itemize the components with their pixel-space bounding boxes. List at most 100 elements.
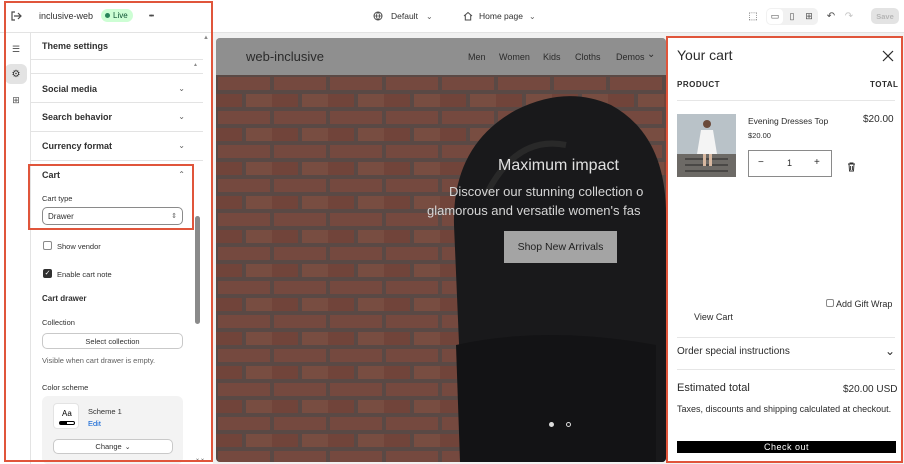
theme-select-label: Default	[391, 11, 418, 21]
section-social-media[interactable]: Social media ⌄	[42, 74, 185, 103]
collection-label: Collection	[42, 318, 75, 327]
nav-cloths[interactable]: Cloths	[575, 52, 601, 62]
globe-icon	[373, 11, 383, 21]
chevron-down-icon: ⌄	[884, 344, 895, 358]
section-search-behavior[interactable]: Search behavior ⌄	[42, 102, 185, 131]
exit-icon[interactable]	[8, 9, 24, 23]
collapse-icon[interactable]: ▲	[203, 35, 209, 41]
nav-kids[interactable]: Kids	[543, 52, 561, 62]
scroll-up-icon[interactable]: ▲	[193, 62, 198, 68]
theme-selector[interactable]: Default ⌄	[373, 8, 433, 24]
gift-wrap-checkbox[interactable]	[826, 299, 834, 307]
mobile-view-icon[interactable]: ▯	[784, 9, 800, 24]
tax-note: Taxes, discounts and shipping calculated…	[677, 404, 892, 414]
desktop-view-icon[interactable]: ▭	[767, 9, 783, 24]
chevron-down-icon: ⌄	[124, 443, 131, 451]
live-badge: Live	[101, 9, 133, 22]
section-label: Social media	[42, 83, 98, 94]
column-total: TOTAL	[870, 80, 899, 89]
nav-demos[interactable]: Demos	[616, 52, 645, 62]
editor-topbar: inclusive-web Live ••• Default ⌄ Home pa…	[0, 0, 904, 33]
enable-cart-note-checkbox[interactable]: ✓	[43, 269, 52, 278]
chevron-down-icon: ⌄	[178, 84, 185, 93]
redo-icon[interactable]: ↷	[842, 9, 856, 24]
quantity-value[interactable]: 1	[787, 158, 792, 168]
storefront-preview: web-inclusive Men Women Kids Cloths Demo…	[216, 38, 666, 462]
divider	[677, 337, 895, 338]
page-selector[interactable]: Home page ⌄	[463, 8, 536, 24]
panel-scrollbar[interactable]	[195, 216, 200, 324]
chevron-down-icon: ⌄	[178, 112, 185, 121]
hero-overlay	[216, 75, 666, 462]
enable-cart-note-label: Enable cart note	[57, 270, 112, 279]
chevron-down-icon: ⌄	[425, 11, 433, 21]
inspector-icon[interactable]: ⬚	[745, 9, 761, 24]
select-arrows-icon: ⇕	[171, 213, 177, 220]
quantity-minus-button[interactable]: −	[758, 157, 764, 168]
special-instructions-toggle[interactable]: Order special instructions ⌄	[677, 343, 895, 359]
cart-type-label: Cart type	[42, 194, 73, 203]
section-label: Cart	[42, 169, 61, 180]
cart-drawer-heading: Cart drawer	[42, 294, 87, 303]
hero-subtitle-line-2: glamorous and versatile women's fas	[427, 203, 641, 218]
close-icon[interactable]	[881, 49, 895, 63]
fullscreen-view-icon[interactable]: ⊞	[801, 9, 817, 24]
show-vendor-label: Show vendor	[57, 242, 101, 251]
home-icon	[463, 11, 473, 21]
color-scheme-label: Color scheme	[42, 383, 89, 392]
remove-item-icon[interactable]	[847, 159, 856, 172]
product-price: $20.00	[748, 131, 771, 140]
preview-header: web-inclusive Men Women Kids Cloths Demo…	[216, 38, 666, 75]
theme-settings-panel: Theme settings ▲ ▲ Social media ⌄ Search …	[31, 33, 213, 464]
more-actions-button[interactable]: •••	[143, 10, 159, 22]
show-vendor-checkbox[interactable]	[43, 241, 52, 250]
hero-subtitle-line-1: Discover our stunning collection o	[449, 184, 644, 199]
cart-drawer: Your cart PRODUCT TOTAL Evening Dresses …	[668, 38, 901, 462]
editor-icon-rail: ☰ ⚙ ⊞	[0, 33, 31, 464]
sections-icon[interactable]: ☰	[6, 41, 26, 57]
special-instructions-label: Order special instructions	[677, 345, 790, 357]
shop-new-arrivals-button[interactable]: Shop New Arrivals	[504, 231, 617, 263]
page-select-label: Home page	[479, 11, 523, 21]
change-scheme-button[interactable]: Change ⌄	[53, 439, 173, 454]
chevron-down-icon: ⌄	[528, 11, 536, 21]
scheme-edit-link[interactable]: Edit	[88, 419, 101, 428]
divider	[677, 369, 895, 370]
chevron-down-icon: ⌄	[178, 141, 185, 150]
panel-title: Theme settings	[42, 41, 109, 51]
change-button-label: Change	[95, 442, 122, 451]
cart-title: Your cart	[677, 47, 733, 63]
estimated-total-value: $20.00 USD	[843, 384, 898, 395]
slide-dot[interactable]	[566, 422, 571, 427]
undo-icon[interactable]: ↶	[824, 9, 838, 24]
checkout-button[interactable]: Check out	[677, 441, 896, 453]
chevron-down-icon: ⌄	[647, 49, 656, 60]
save-button[interactable]: Save	[871, 8, 899, 24]
view-cart-link[interactable]: View Cart	[694, 312, 733, 322]
divider	[31, 59, 203, 60]
section-currency-format[interactable]: Currency format ⌄	[42, 131, 185, 160]
product-name[interactable]: Evening Dresses Top	[748, 116, 828, 126]
brand-logo[interactable]: web-inclusive	[246, 49, 324, 64]
resize-handle-icon[interactable]: ⌄⌄	[195, 455, 205, 462]
cart-type-select[interactable]: Drawer ⇕	[42, 207, 183, 225]
theme-settings-icon[interactable]: ⚙	[5, 64, 27, 84]
quantity-plus-button[interactable]: +	[814, 157, 820, 168]
live-badge-label: Live	[113, 11, 128, 20]
chevron-up-icon: ⌃	[178, 170, 185, 179]
column-product: PRODUCT	[677, 80, 721, 89]
quantity-stepper: − 1 +	[748, 150, 832, 177]
estimated-total-label: Estimated total	[677, 382, 750, 394]
section-cart-header[interactable]: Cart ⌃	[42, 160, 185, 189]
scheme-swatch: Aa	[53, 403, 79, 429]
slide-dot-active[interactable]	[549, 422, 554, 427]
apps-icon[interactable]: ⊞	[6, 92, 26, 108]
scheme-swatch-dots	[59, 421, 75, 425]
nav-women[interactable]: Women	[499, 52, 530, 62]
collection-help-text: Visible when cart drawer is empty.	[42, 356, 156, 365]
nav-men[interactable]: Men	[468, 52, 486, 62]
cart-type-value: Drawer	[48, 211, 74, 221]
store-name[interactable]: inclusive-web	[39, 11, 93, 21]
product-thumbnail[interactable]	[677, 114, 736, 177]
select-collection-button[interactable]: Select collection	[42, 333, 183, 349]
